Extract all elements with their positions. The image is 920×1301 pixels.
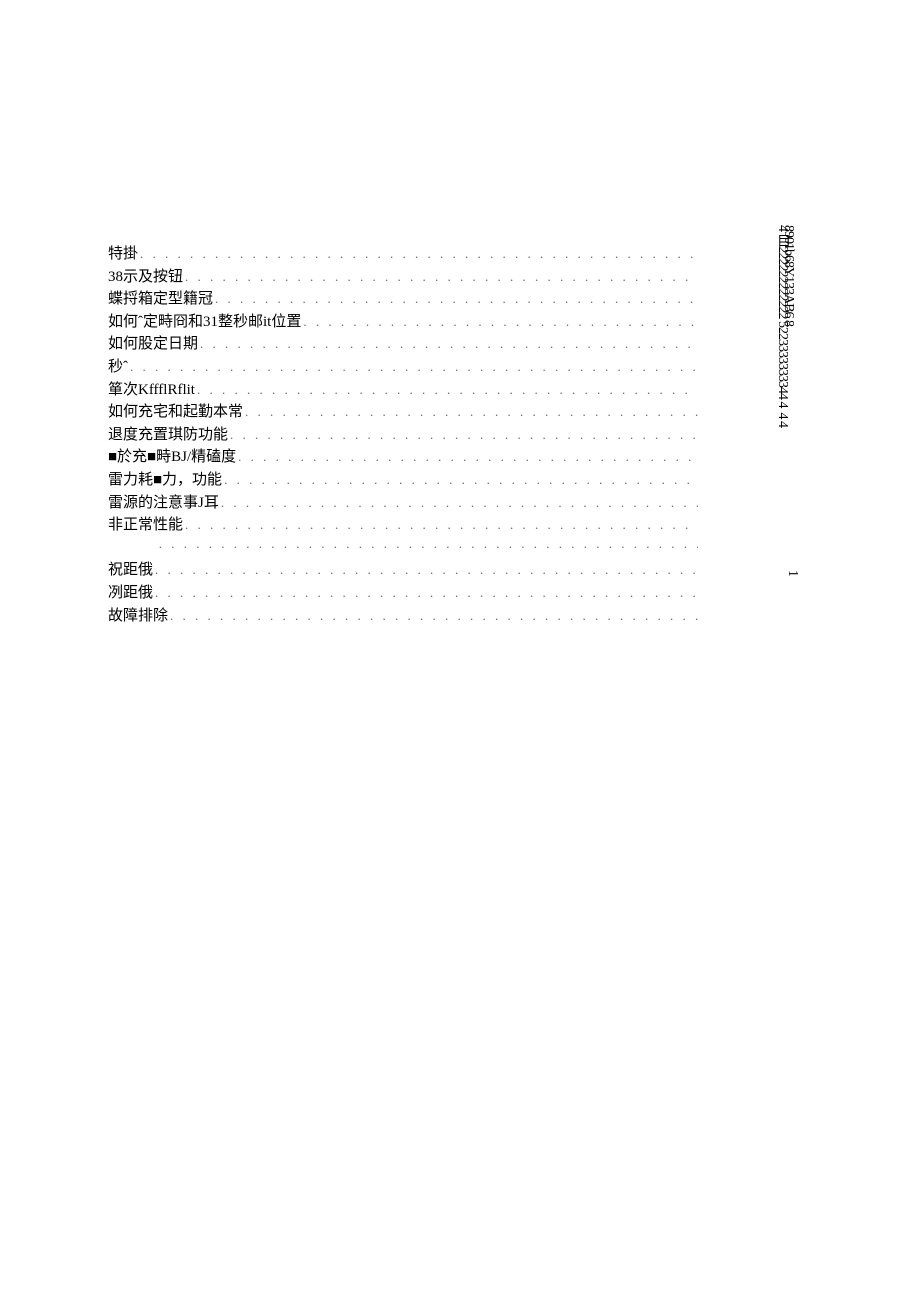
- toc-dots: [222, 472, 698, 488]
- toc-row: 蝶捋箱定型籍冠: [108, 287, 698, 310]
- toc-dots: [153, 562, 698, 578]
- toc-label: 雷源的注意事J耳: [108, 491, 219, 512]
- page-number: 1: [784, 570, 800, 577]
- toc-label: 38示及按钮: [108, 265, 183, 286]
- toc-label: 如何股定日期: [108, 332, 198, 353]
- toc-dots: [195, 382, 698, 398]
- toc-dots: [157, 536, 698, 552]
- toc-label: 故障排除: [108, 604, 168, 625]
- toc-label: 如何ˆ定畤冏和31整秒邮it位置: [108, 310, 301, 331]
- toc-row: 冽距俄: [108, 581, 698, 604]
- toc-container: 特掛38示及按钮蝶捋箱定型籍冠如何ˆ定畤冏和31整秒邮it位置如何股定日期秒ˆ箪…: [108, 242, 698, 626]
- toc-label: ■於充■畤BJ/精磕度: [108, 445, 236, 466]
- toc-dots: [168, 608, 698, 624]
- toc-dots: [236, 449, 698, 465]
- toc-dots: [243, 404, 698, 420]
- toc-dots: [183, 269, 698, 285]
- toc-row: 如何股定日期: [108, 332, 698, 355]
- toc-label: 非正常性能: [108, 513, 183, 534]
- toc-row: 非正常性能: [108, 513, 698, 536]
- toc-row: 箪次KffflRflit: [108, 378, 698, 401]
- toc-dots: [128, 359, 698, 375]
- toc-dots: [228, 427, 698, 443]
- toc-dots: [219, 495, 698, 511]
- toc-row: 特掛: [108, 242, 698, 265]
- toc-row: 秒ˆ: [108, 355, 698, 378]
- toc-dots: [153, 585, 698, 601]
- toc-label: 箪次KffflRflit: [108, 378, 195, 399]
- toc-label: 祝距俄: [108, 558, 153, 579]
- toc-label: 退度充置琪防功能: [108, 423, 228, 444]
- toc-dots: [213, 291, 698, 307]
- side-text-2: 8901b68Y133AB6 8: [781, 225, 796, 326]
- toc-row: 祝距俄: [108, 558, 698, 581]
- toc-row: ■於充■畤BJ/精磕度: [108, 445, 698, 468]
- toc-dots: [301, 314, 698, 330]
- toc-label: 如何充宅和起勤本常: [108, 400, 243, 421]
- toc-dots: [198, 336, 698, 352]
- toc-row: 故障排除: [108, 604, 698, 627]
- toc-row: 如何充宅和起勤本常: [108, 400, 698, 423]
- toc-row: 雷源的注意事J耳: [108, 491, 698, 514]
- toc-label: 雷力耗■力，功能: [108, 468, 222, 489]
- toc-dots: [183, 517, 698, 533]
- toc-row: 38示及按钮: [108, 265, 698, 288]
- toc-label: 特掛: [108, 242, 138, 263]
- toc-row: 雷力耗■力，功能: [108, 468, 698, 491]
- toc-label-empty: [108, 536, 157, 553]
- toc-label: 秒ˆ: [108, 355, 128, 376]
- toc-row: 退度充置琪防功能: [108, 423, 698, 446]
- toc-label: 蝶捋箱定型籍冠: [108, 287, 213, 308]
- toc-dots: [138, 246, 698, 262]
- toc-row: [108, 536, 698, 559]
- toc-row: 如何ˆ定畤冏和31整秒邮it位置: [108, 310, 698, 333]
- toc-label: 冽距俄: [108, 581, 153, 602]
